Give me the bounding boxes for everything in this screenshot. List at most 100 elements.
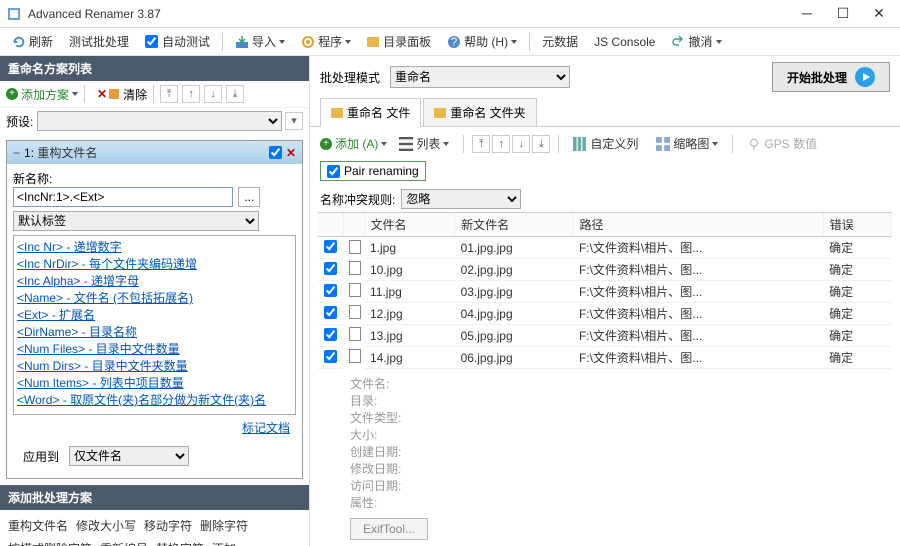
move-bottom-button[interactable]: ⤓: [226, 85, 244, 103]
tag-link[interactable]: <DirName> - 目录名称: [17, 324, 292, 341]
file-move-down-button[interactable]: ↓: [512, 135, 530, 153]
clear-methods-button[interactable]: ✕清除: [97, 86, 147, 103]
jsconsole-button[interactable]: JS Console: [588, 33, 661, 51]
program-button[interactable]: 程序: [295, 31, 357, 52]
add-method-panel-header: 添加批处理方案: [0, 485, 309, 510]
pair-renaming-toggle[interactable]: Pair renaming: [320, 161, 426, 181]
tag-link[interactable]: <Ext> - 扩展名: [17, 307, 292, 324]
table-row[interactable]: 14.jpg06.jpg.jpgF:\文件资料\相片、图...确定: [318, 347, 892, 369]
row-checkbox[interactable]: [324, 262, 337, 275]
row-checkbox[interactable]: [324, 328, 337, 341]
row-checkbox[interactable]: [324, 240, 337, 253]
mark-doc-link[interactable]: 标记文档: [242, 421, 290, 435]
tab-files-label: 重命名 文件: [347, 104, 410, 121]
test-batch-button[interactable]: 测试批处理: [63, 31, 135, 52]
table-row[interactable]: 11.jpg03.jpg.jpgF:\文件资料\相片、图...确定: [318, 281, 892, 303]
tag-link[interactable]: <Num Items> - 列表中项目数量: [17, 375, 292, 392]
folder-panel-button[interactable]: 目录面板: [361, 31, 437, 52]
move-up-button[interactable]: ↑: [182, 85, 200, 103]
table-row[interactable]: 1.jpg01.jpg.jpgF:\文件资料\相片、图...确定: [318, 237, 892, 259]
newname-input[interactable]: [13, 187, 233, 207]
tag-link[interactable]: <Inc Nr> - 递增数字: [17, 239, 292, 256]
tab-folders[interactable]: 重命名 文件夹: [423, 98, 536, 126]
tag-link[interactable]: <Inc Alpha> - 递增字母: [17, 273, 292, 290]
tag-link[interactable]: <Name> - 文件名 (不包括拓展名): [17, 290, 292, 307]
move-top-button[interactable]: ⤒: [160, 85, 178, 103]
file-move-up-button[interactable]: ↑: [492, 135, 510, 153]
minimize-button[interactable]: ─: [792, 4, 822, 24]
preset-menu-button[interactable]: ▾: [285, 112, 303, 130]
method-close-button[interactable]: ✕: [286, 146, 296, 160]
tag-link[interactable]: <Inc NrDir> - 每个文件夹编码递增: [17, 256, 292, 273]
method-link[interactable]: 修改大小写: [76, 517, 136, 534]
file-info-panel: 文件名: 目录: 文件类型: 大小: 创建日期: 修改日期: 访问日期: 属性:…: [310, 370, 900, 546]
autotest-button[interactable]: 自动测试: [139, 31, 216, 52]
table-row[interactable]: 13.jpg05.jpg.jpgF:\文件资料\相片、图...确定: [318, 325, 892, 347]
method-link[interactable]: 替换字符: [156, 540, 204, 546]
help-button[interactable]: ?帮助 (H): [441, 31, 523, 52]
batch-mode-select[interactable]: 重命名: [390, 66, 570, 88]
close-button[interactable]: ✕: [864, 4, 894, 24]
tab-files[interactable]: 重命名 文件: [320, 98, 421, 127]
cell-path: F:\文件资料\相片、图...: [573, 303, 823, 325]
file-move-top-button[interactable]: ⤒: [472, 135, 490, 153]
tag-list[interactable]: <Inc Nr> - 递增数字<Inc NrDir> - 每个文件夹编码递增<I…: [13, 235, 296, 415]
file-tabs: 重命名 文件 重命名 文件夹: [310, 98, 900, 127]
maximize-button[interactable]: ☐: [828, 4, 858, 24]
col-path[interactable]: 路径: [573, 213, 823, 237]
col-filename[interactable]: 文件名: [364, 213, 455, 237]
custom-columns-button[interactable]: 自定义列: [567, 132, 644, 155]
col-error[interactable]: 错误: [823, 213, 891, 237]
preset-row: 预设: ▾: [0, 108, 309, 134]
exiftool-button[interactable]: ExifTool...: [350, 518, 428, 540]
import-button[interactable]: 导入: [229, 31, 291, 52]
undo-label: 撤消: [688, 33, 712, 50]
row-checkbox[interactable]: [324, 350, 337, 363]
collapse-icon[interactable]: −: [13, 146, 20, 160]
cell-path: F:\文件资料\相片、图...: [573, 325, 823, 347]
metadata-button[interactable]: 元数据: [536, 31, 584, 52]
method-link[interactable]: 删除字符: [200, 517, 248, 534]
move-down-button[interactable]: ↓: [204, 85, 222, 103]
table-row[interactable]: 12.jpg04.jpg.jpgF:\文件资料\相片、图...确定: [318, 303, 892, 325]
cell-newname: 01.jpg.jpg: [455, 237, 573, 259]
apply-to-select[interactable]: 仅文件名: [69, 446, 189, 466]
row-checkbox[interactable]: [324, 284, 337, 297]
file-icon: [349, 283, 361, 297]
gps-button[interactable]: GPS 数值: [741, 132, 823, 155]
undo-button[interactable]: 撤消: [665, 31, 727, 52]
file-move-bottom-button[interactable]: ⤓: [532, 135, 550, 153]
method-header[interactable]: − 1: 重构文件名 ✕: [7, 141, 302, 164]
autotest-checkbox[interactable]: [145, 35, 158, 48]
refresh-button[interactable]: 刷新: [6, 31, 59, 52]
tag-link[interactable]: <Num Dirs> - 目录中文件夹数量: [17, 358, 292, 375]
add-method-button[interactable]: +添加方案: [6, 86, 78, 103]
add-files-button[interactable]: +添加 (A): [320, 135, 387, 152]
file-table[interactable]: 文件名 新文件名 路径 错误 1.jpg01.jpg.jpgF:\文件资料\相片…: [318, 212, 892, 370]
cell-filename: 13.jpg: [364, 325, 455, 347]
newname-browse-button[interactable]: ...: [238, 187, 260, 207]
cell-filename: 14.jpg: [364, 347, 455, 369]
tag-link[interactable]: <Num Files> - 目录中文件数量: [17, 341, 292, 358]
thumbnails-button[interactable]: 缩略图: [650, 132, 724, 155]
col-newfilename[interactable]: 新文件名: [455, 213, 573, 237]
list-menu-button[interactable]: 列表: [393, 132, 455, 155]
table-row[interactable]: 10.jpg02.jpg.jpgF:\文件资料\相片、图...确定: [318, 259, 892, 281]
method-link[interactable]: 移动字符: [144, 517, 192, 534]
pair-label: Pair renaming: [344, 164, 419, 178]
method-link[interactable]: 重构文件名: [8, 517, 68, 534]
method-link[interactable]: 添加: [212, 540, 236, 546]
dropdown-icon: [345, 40, 351, 44]
info-type: 文件类型:: [350, 410, 860, 427]
conflict-select[interactable]: 忽略: [401, 189, 521, 209]
preset-select[interactable]: [37, 111, 282, 131]
method-enabled-checkbox[interactable]: [269, 146, 282, 159]
default-tag-select[interactable]: 默认标签: [13, 211, 259, 231]
method-link[interactable]: 按模式删除字符: [8, 540, 92, 546]
help-label: 帮助 (H): [464, 33, 508, 50]
tag-link[interactable]: <Word> - 取原文件(夹)名部分做为新文件(夹)名: [17, 392, 292, 409]
pair-checkbox[interactable]: [327, 165, 340, 178]
start-batch-button[interactable]: 开始批处理: [772, 62, 890, 92]
row-checkbox[interactable]: [324, 306, 337, 319]
method-link[interactable]: 重新编号: [100, 540, 148, 546]
